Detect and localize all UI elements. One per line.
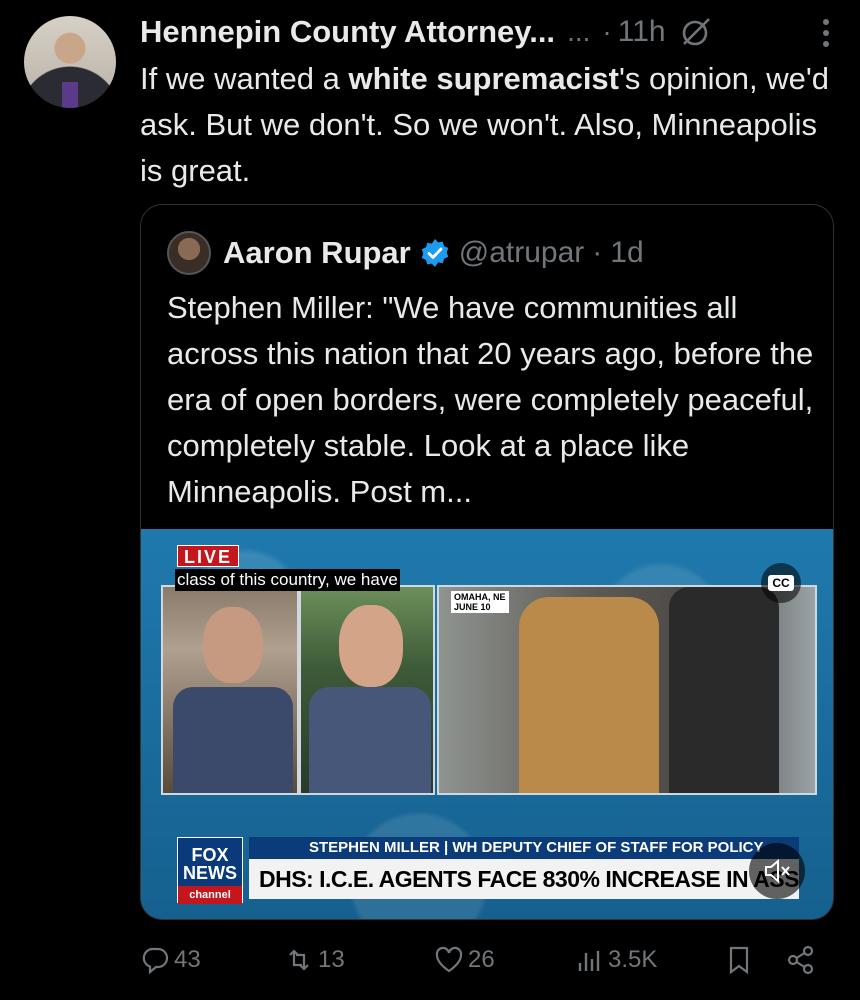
author-avatar[interactable] (24, 16, 116, 108)
repost-button[interactable]: 13 (284, 940, 345, 980)
location-place: OMAHA, NE (454, 592, 506, 602)
avatar-detail (62, 82, 78, 108)
mute-icon[interactable] (749, 843, 805, 899)
reply-button[interactable]: 43 (140, 940, 201, 980)
quoted-time[interactable]: 1d (610, 236, 643, 270)
quoted-separator: · (592, 236, 603, 269)
lower-third-nameplate: STEPHEN MILLER | WH DEPUTY CHIEF OF STAF… (249, 837, 799, 859)
quoted-header: Aaron Rupar @atrupar · 1d (167, 231, 644, 275)
closed-caption-text: class of this country, we have (175, 569, 400, 591)
tweet-header: Hennepin County Attorney... ... · 11h (140, 12, 840, 52)
action-bar: 43 13 26 3.5K (140, 940, 830, 980)
views-count: 3.5K (608, 946, 658, 973)
guest-body (309, 687, 431, 793)
logo-line-3: channel (178, 886, 242, 904)
tweet-text-bold: white supremacist (348, 61, 619, 96)
location-tag: OMAHA, NE JUNE 10 (451, 591, 509, 613)
agent-figure (669, 587, 779, 793)
quoted-tweet[interactable]: Aaron Rupar @atrupar · 1d Stephen Miller… (140, 204, 834, 920)
grok-icon[interactable] (680, 16, 712, 48)
lower-third: FOX NEWS channel STEPHEN MILLER | WH DEP… (177, 835, 799, 904)
closed-captions-icon[interactable]: CC (761, 563, 801, 603)
verified-badge-icon (421, 239, 449, 267)
share-button[interactable] (786, 940, 820, 980)
lower-third-headline: DHS: I.C.E. AGENTS FACE 830% INCREASE IN… (249, 859, 799, 899)
bookmark-icon (729, 946, 749, 975)
tweet-text: If we wanted a white supremacist's opini… (140, 56, 840, 194)
logo-line-1: FOX (191, 845, 229, 865)
views-icon (578, 951, 600, 971)
like-count: 26 (468, 946, 495, 973)
repost-icon (289, 949, 309, 971)
bookmark-button[interactable] (724, 940, 758, 980)
more-options-icon[interactable] (822, 18, 830, 48)
video-panel-right: OMAHA, NE JUNE 10 (437, 585, 817, 795)
guest-head (339, 605, 403, 687)
cc-label: CC (768, 575, 794, 591)
live-badge: LIVE (177, 545, 240, 567)
like-button[interactable]: 26 (434, 940, 495, 980)
tweet-time[interactable]: 11h (618, 15, 666, 49)
detainee-figure (519, 597, 659, 793)
repost-count: 13 (318, 946, 345, 973)
quoted-avatar[interactable] (167, 231, 211, 275)
quoted-handle[interactable]: @atrupar (459, 236, 585, 270)
video-player[interactable]: OMAHA, NE JUNE 10 LIVE class of this cou… (141, 529, 833, 919)
logo-line-2: NEWS (183, 863, 237, 883)
location-date: JUNE 10 (454, 602, 491, 612)
video-panel-center (299, 585, 435, 795)
anchor-body (173, 687, 293, 793)
separator: · (602, 16, 612, 47)
anchor-head (203, 607, 263, 683)
tweet-text-start: If we wanted a (140, 61, 349, 96)
network-logo: FOX NEWS channel (177, 837, 243, 904)
views-button[interactable]: 3.5K (574, 940, 657, 980)
quoted-text: Stephen Miller: "We have communities all… (167, 290, 814, 509)
author-name[interactable]: Hennepin County Attorney... (140, 14, 555, 50)
reply-count: 43 (174, 946, 201, 973)
share-icon (787, 945, 814, 975)
reply-icon (142, 947, 169, 975)
heart-icon (435, 946, 463, 973)
truncation-dots: ... (567, 16, 591, 47)
quoted-author-name[interactable]: Aaron Rupar (223, 235, 411, 271)
video-panel-left (161, 585, 299, 795)
